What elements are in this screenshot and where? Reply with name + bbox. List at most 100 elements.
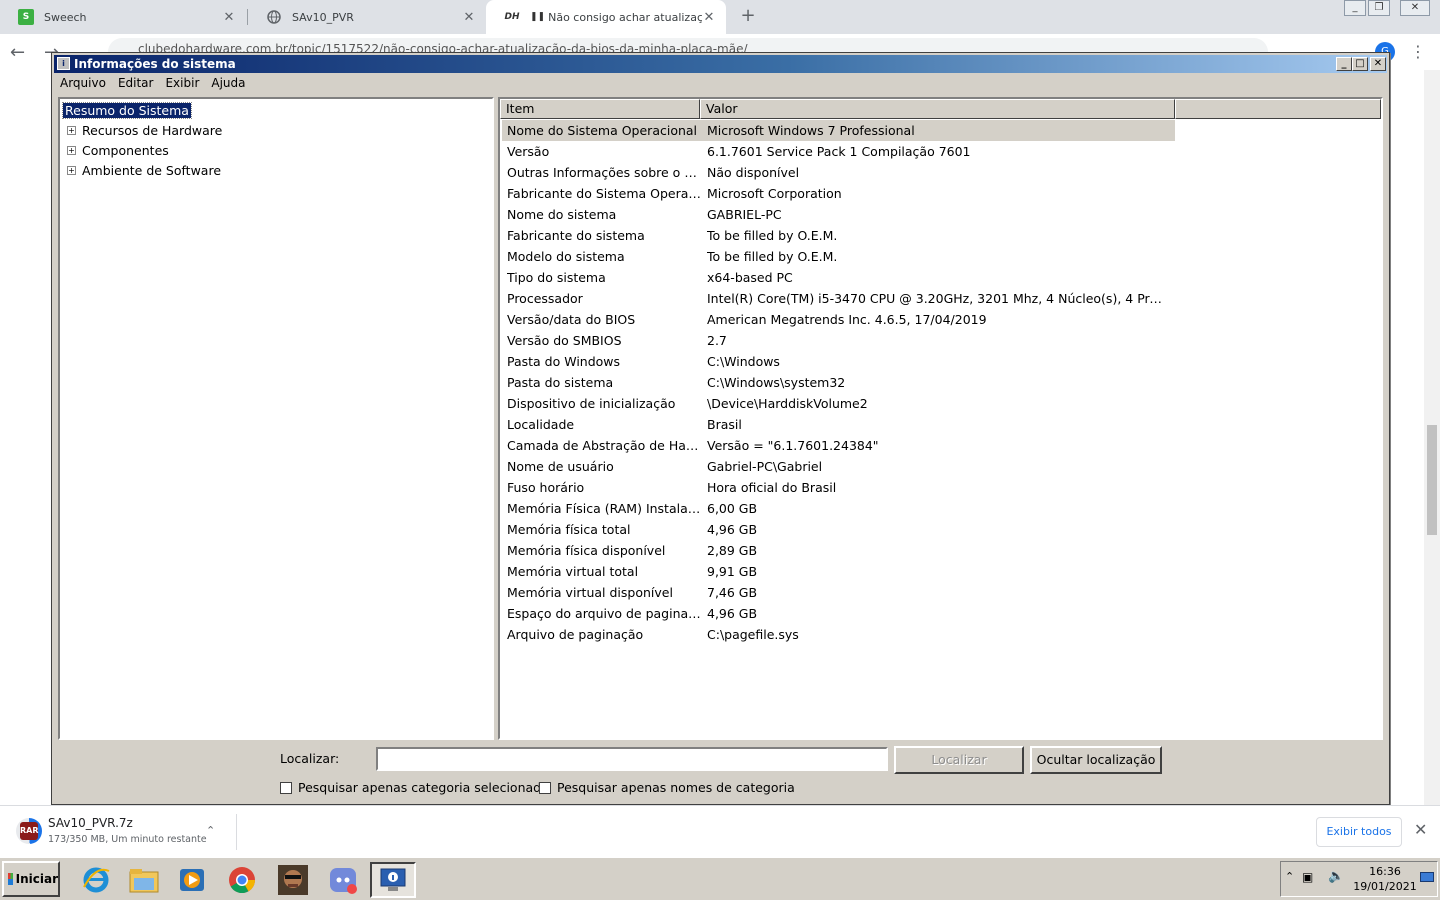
tab-sweech[interactable]: S Sweech ✕ [0,0,246,34]
clock[interactable]: 16:36 19/01/2021 [1352,864,1418,894]
download-status: 173/350 MB, Um minuto restante [48,834,207,845]
restore-button[interactable]: ❐ [1368,0,1390,16]
globe-icon [266,9,282,25]
show-desktop-icon[interactable] [1420,872,1434,882]
volume-icon[interactable]: 🔈 [1328,869,1344,884]
window-titlebar[interactable]: i Informações do sistema _ □ ✕ [54,55,1387,73]
discord-icon[interactable] [323,862,363,898]
close-button[interactable]: ✕ [1400,0,1430,16]
close-icon[interactable]: ✕ [702,10,716,25]
column-header-item[interactable]: Item [500,99,700,119]
page-scrollbar[interactable] [1424,70,1440,805]
new-tab-button[interactable]: + [738,6,758,26]
table-row[interactable]: Fuso horário Hora oficial do Brasil [502,477,1379,498]
row-item: Memória física disponível [507,543,666,558]
network-icon[interactable]: ▣ [1302,870,1313,884]
download-filename[interactable]: SAv10_PVR.7z [48,816,133,830]
menu-arquivo[interactable]: Arquivo [54,74,112,94]
row-value: 7,46 GB [707,585,758,600]
table-row[interactable]: Espaço do arquivo de paginação 4,96 GB [502,603,1379,624]
details-list[interactable]: Item Valor Nome do Sistema Operacional Mi… [498,97,1383,740]
start-button[interactable]: Iniciar [2,861,60,897]
menu-ajuda[interactable]: Ajuda [205,74,251,94]
menu-icon[interactable]: ⋮ [1410,42,1426,61]
column-header-valor[interactable]: Valor [700,99,1175,119]
tree-item-componentes[interactable]: + Componentes [63,141,171,159]
table-row[interactable]: Localidade Brasil [502,414,1379,435]
menu-editar[interactable]: Editar [112,74,160,94]
clock-date: 19/01/2021 [1353,880,1417,893]
game-icon[interactable] [273,862,313,898]
table-row[interactable]: Versão 6.1.7601 Service Pack 1 Compilação… [502,141,1379,162]
minimize-button[interactable]: _ [1344,0,1366,16]
system-info-icon: i [57,57,70,70]
system-info-icon[interactable] [370,862,416,898]
table-row[interactable]: Memória virtual disponível 7,46 GB [502,582,1379,603]
tree-item-label: Resumo do Sistema [62,101,192,119]
menu-exibir[interactable]: Exibir [159,74,205,94]
media-player-icon[interactable] [172,862,212,898]
table-row[interactable]: Nome do sistema GABRIEL-PC [502,204,1379,225]
window-close-button[interactable]: ✕ [1370,57,1386,71]
table-row[interactable]: Outras Informações sobre o Sistema Opera… [502,162,1379,183]
window-minimize-button[interactable]: _ [1336,57,1352,71]
chrome-icon[interactable] [222,862,262,898]
table-row[interactable]: Memória Física (RAM) Instalada 6,00 GB [502,498,1379,519]
find-button[interactable]: Localizar [894,746,1024,774]
row-item: Memória virtual total [507,564,639,579]
table-row[interactable]: Versão do SMBIOS 2.7 [502,330,1379,351]
hide-find-button[interactable]: Ocultar localização [1030,746,1162,774]
tab-clube-do-hardware[interactable]: DH ❚❚ Não consigo achar atualização da ✕ [486,0,726,34]
table-row[interactable]: Camada de Abstração de Hardware Versão = … [502,435,1379,456]
back-icon[interactable]: ← [10,42,25,63]
find-input[interactable] [376,747,888,771]
expand-icon[interactable]: + [67,125,76,135]
table-row[interactable]: Dispositivo de inicialização \Device\Hard… [502,393,1379,414]
table-row[interactable]: Processador Intel(R) Core(TM) i5-3470 CPU… [502,288,1379,309]
tree-item-recursos-de-hardware[interactable]: + Recursos de Hardware [63,121,224,139]
column-header: Item Valor [500,99,1381,119]
expand-icon[interactable]: + [67,165,76,175]
scrollbar-thumb[interactable] [1427,425,1437,535]
close-icon[interactable]: ✕ [1414,820,1427,839]
table-row[interactable]: Memória física total 4,96 GB [502,519,1379,540]
checkbox-selected-category[interactable]: Pesquisar apenas categoria selecionada [280,780,549,795]
table-row[interactable]: Versão/data do BIOS American Megatrends I… [502,309,1379,330]
table-row[interactable]: Memória virtual total 9,91 GB [502,561,1379,582]
row-item: Nome de usuário [507,459,614,474]
windows-logo-icon [8,873,13,885]
tree-item-resumo-do-sistema[interactable]: Resumo do Sistema [62,101,192,119]
close-icon[interactable]: ✕ [222,10,236,25]
table-row[interactable]: Modelo do sistema To be filled by O.E.M. [502,246,1379,267]
checkbox-box[interactable] [539,781,551,794]
table-row[interactable]: Tipo do sistema x64-based PC [502,267,1379,288]
table-row[interactable]: Nome de usuário Gabriel-PC\Gabriel [502,456,1379,477]
internet-explorer-icon[interactable] [76,862,116,898]
close-icon[interactable]: ✕ [462,10,476,25]
row-value: Intel(R) Core(TM) i5-3470 CPU @ 3.20GHz,… [707,291,1169,306]
row-value: 6.1.7601 Service Pack 1 Compilação 7601 [707,144,971,159]
row-value: Gabriel-PC\Gabriel [707,459,823,474]
checkbox-box[interactable] [280,781,292,794]
chevron-up-icon[interactable]: ⌃ [206,824,215,837]
table-row[interactable]: Pasta do Windows C:\Windows [502,351,1379,372]
tree-item-ambiente-de-software[interactable]: + Ambiente de Software [63,161,223,179]
file-explorer-icon[interactable] [124,862,164,898]
table-row[interactable]: Memória física disponível 2,89 GB [502,540,1379,561]
window-maximize-button[interactable]: □ [1352,57,1368,71]
table-row[interactable]: Fabricante do Sistema Operacional Microso… [502,183,1379,204]
table-row[interactable]: Arquivo de paginação C:\pagefile.sys [502,624,1379,645]
table-row[interactable]: Nome do Sistema Operacional Microsoft Win… [502,120,1175,141]
chevron-up-icon[interactable]: ⌃ [1285,870,1294,883]
table-row[interactable]: Fabricante do sistema To be filled by O.E… [502,225,1379,246]
table-row[interactable]: Pasta do sistema C:\Windows\system32 [502,372,1379,393]
browser-tab-strip: S Sweech ✕ SAv10_PVR ✕ DH ❚❚ Não consigo… [0,0,1440,34]
checkbox-category-names[interactable]: Pesquisar apenas nomes de categoria [539,780,795,795]
row-value: C:\Windows [707,354,780,369]
tab-sav10[interactable]: SAv10_PVR ✕ [248,0,486,34]
category-tree[interactable]: Resumo do Sistema + Recursos de Hardware… [58,97,494,740]
show-all-downloads-button[interactable]: Exibir todos [1316,817,1402,847]
expand-icon[interactable]: + [67,145,76,155]
row-value: C:\pagefile.sys [707,627,799,642]
row-item: Processador [507,291,583,306]
